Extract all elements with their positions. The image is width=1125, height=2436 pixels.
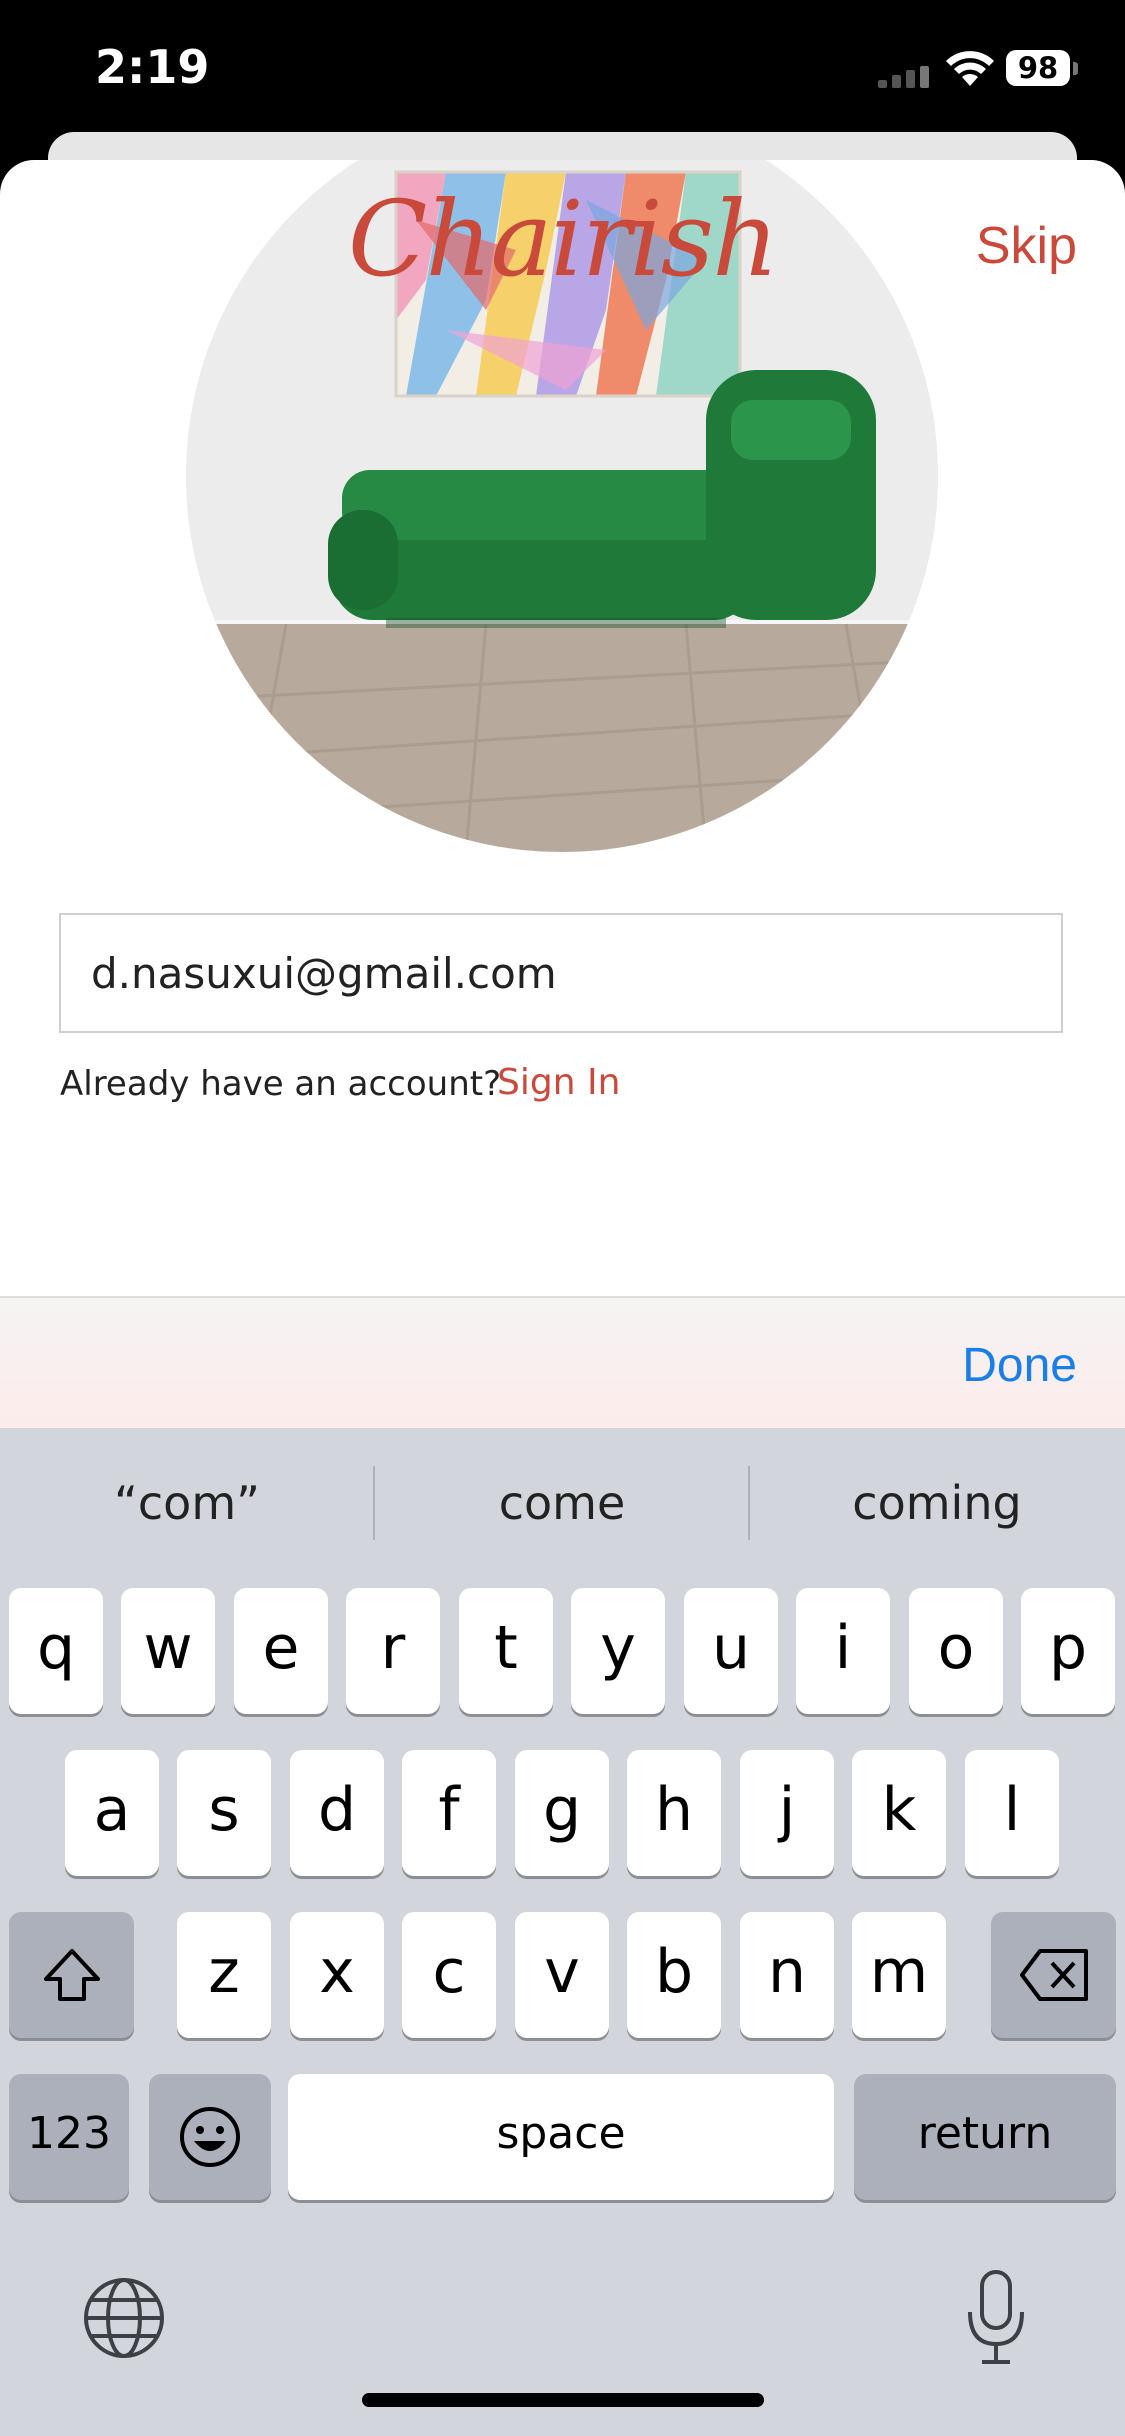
key-y[interactable]: y <box>571 1588 665 1714</box>
done-button[interactable]: Done <box>962 1338 1077 1393</box>
delete-icon <box>1019 1949 1088 2001</box>
globe-icon[interactable] <box>82 2276 166 2360</box>
key-v[interactable]: v <box>515 1912 609 2038</box>
emoji-icon <box>180 2107 240 2167</box>
space-key[interactable]: space <box>288 2074 834 2200</box>
signal-icon <box>878 66 934 88</box>
key-d[interactable]: d <box>290 1750 384 1876</box>
shift-key[interactable] <box>9 1912 134 2038</box>
key-q[interactable]: q <box>9 1588 103 1714</box>
key-h[interactable]: h <box>627 1750 721 1876</box>
key-e[interactable]: e <box>234 1588 328 1714</box>
sign-in-link[interactable]: Sign In <box>497 1062 620 1103</box>
key-a[interactable]: a <box>65 1750 159 1876</box>
keyboard: “com” come coming q w e r t y u i o p a … <box>0 1428 1125 2436</box>
onboarding-sheet: Chairish Skip Already have an account? S… <box>0 160 1125 1296</box>
shift-icon <box>43 1949 100 2001</box>
status-time: 2:19 <box>95 40 210 94</box>
home-indicator[interactable] <box>362 2393 764 2407</box>
key-z[interactable]: z <box>177 1912 271 2038</box>
key-p[interactable]: p <box>1021 1588 1115 1714</box>
key-c[interactable]: c <box>402 1912 496 2038</box>
status-bar: 2:19 98 <box>0 0 1125 140</box>
key-u[interactable]: u <box>684 1588 778 1714</box>
suggestion-bar: “com” come coming <box>0 1428 1125 1578</box>
skip-button[interactable]: Skip <box>976 216 1077 276</box>
suggestion-1[interactable]: “com” <box>0 1428 374 1578</box>
key-l[interactable]: l <box>965 1750 1059 1876</box>
email-field[interactable] <box>61 915 1121 1031</box>
emoji-key[interactable] <box>149 2074 271 2200</box>
key-m[interactable]: m <box>852 1912 946 2038</box>
delete-key[interactable] <box>991 1912 1116 2038</box>
battery-tip <box>1073 62 1078 75</box>
key-s[interactable]: s <box>177 1750 271 1876</box>
key-w[interactable]: w <box>121 1588 215 1714</box>
wifi-icon <box>946 51 994 86</box>
suggestion-3[interactable]: coming <box>750 1428 1124 1578</box>
account-prompt: Already have an account? <box>60 1064 502 1104</box>
key-n[interactable]: n <box>740 1912 834 2038</box>
key-x[interactable]: x <box>290 1912 384 2038</box>
battery-icon: 98 <box>1006 50 1070 86</box>
key-g[interactable]: g <box>515 1750 609 1876</box>
keyboard-accessory-bar: Done <box>0 1296 1125 1430</box>
key-r[interactable]: r <box>346 1588 440 1714</box>
key-t[interactable]: t <box>459 1588 553 1714</box>
key-j[interactable]: j <box>740 1750 834 1876</box>
return-key[interactable]: return <box>854 2074 1116 2200</box>
key-i[interactable]: i <box>796 1588 890 1714</box>
numbers-key[interactable]: 123 <box>9 2074 129 2200</box>
key-k[interactable]: k <box>852 1750 946 1876</box>
key-b[interactable]: b <box>627 1912 721 2038</box>
chairish-logo: Chairish <box>347 178 779 300</box>
key-o[interactable]: o <box>909 1588 1003 1714</box>
microphone-icon[interactable] <box>964 2268 1028 2368</box>
suggestion-2[interactable]: come <box>375 1428 749 1578</box>
email-field-container <box>59 913 1121 1033</box>
key-f[interactable]: f <box>402 1750 496 1876</box>
